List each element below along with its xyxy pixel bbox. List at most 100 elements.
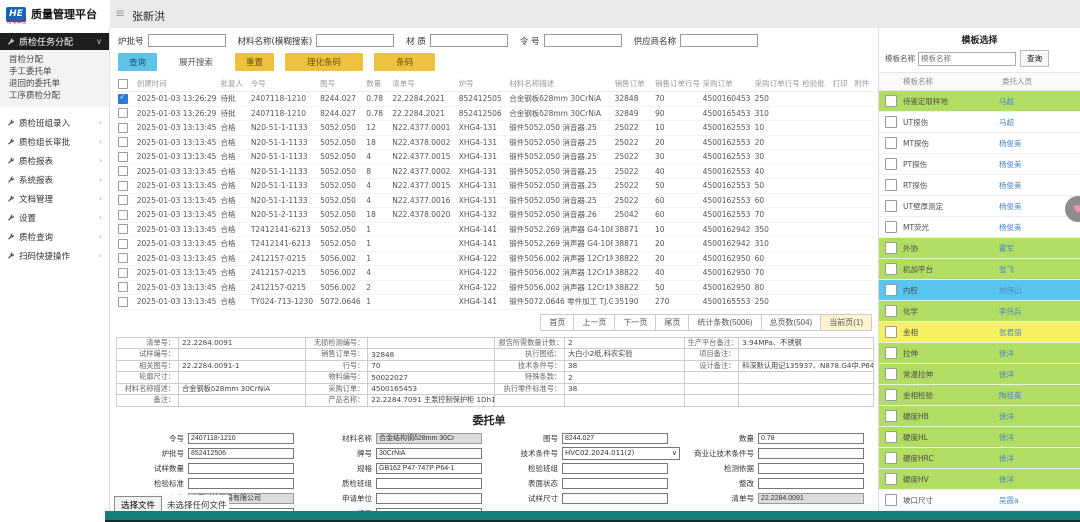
template-row[interactable]: UT探伤马超 — [879, 112, 1080, 133]
row-checkbox[interactable] — [118, 282, 128, 292]
template-person-link[interactable]: 马超 — [999, 117, 1071, 128]
template-row[interactable]: 拉伸徐洋 — [879, 343, 1080, 364]
template-person-link[interactable]: 李伟兵 — [999, 306, 1071, 317]
table-row[interactable]: 2025-01-03 13:13:45合格T2412141-62135052.0… — [116, 222, 874, 237]
sidebar-item[interactable]: 质检查询› — [0, 227, 109, 246]
delegation-field-input[interactable] — [376, 448, 482, 459]
template-row[interactable]: 金相张君丽 — [879, 322, 1080, 343]
template-person-link[interactable]: 徐洋 — [999, 348, 1071, 359]
delegation-field-input[interactable] — [188, 448, 294, 459]
sidebar-group-task-assign[interactable]: 质检任务分配 ∨ — [0, 33, 109, 50]
template-row-checkbox[interactable] — [885, 284, 897, 296]
template-row[interactable]: 外协霍军 — [879, 238, 1080, 259]
hamburger-menu-icon[interactable]: ≡ — [115, 6, 125, 20]
pager-button[interactable]: 首页 — [540, 314, 574, 331]
sidebar-item[interactable]: 质检组长审批› — [0, 132, 109, 151]
template-person-link[interactable]: 徐洋 — [999, 453, 1071, 464]
table-row[interactable]: 2025-01-03 13:13:45合格N20-51-1-11335052.0… — [116, 179, 874, 194]
sidebar-item[interactable]: 设置› — [0, 208, 109, 227]
template-person-link[interactable]: 张君丽 — [999, 327, 1071, 338]
template-row-checkbox[interactable] — [885, 137, 897, 149]
delegation-field-input[interactable] — [376, 463, 482, 474]
pager-button[interactable]: 上一页 — [573, 314, 615, 331]
sidebar-item[interactable]: 扫码快捷操作› — [0, 246, 109, 265]
delegation-field-input[interactable] — [758, 448, 864, 459]
table-row[interactable]: 2025-01-03 13:13:45合格2412157-02155056.00… — [116, 251, 874, 266]
row-checkbox[interactable] — [118, 297, 128, 307]
table-row[interactable]: 2025-01-03 13:13:45合格2412157-02155056.00… — [116, 280, 874, 295]
table-row[interactable]: 2025-01-03 13:13:45合格N20-51-1-11335052.0… — [116, 150, 874, 165]
row-checkbox[interactable] — [118, 108, 128, 118]
delegation-field-input[interactable] — [758, 493, 864, 504]
template-row[interactable]: 待鉴定取样地马超 — [879, 91, 1080, 112]
template-person-link[interactable]: 徐洋 — [999, 474, 1071, 485]
pager-button[interactable]: 统计条数(5006) — [688, 314, 761, 331]
template-row-checkbox[interactable] — [885, 305, 897, 317]
template-person-link[interactable]: 张飞 — [999, 264, 1071, 275]
template-row[interactable]: 常温拉伸徐洋 — [879, 364, 1080, 385]
delegation-field-input[interactable] — [758, 433, 864, 444]
template-row[interactable]: 内腔刘伟山 — [879, 280, 1080, 301]
barcode-button[interactable]: 条码 — [374, 53, 435, 71]
row-checkbox[interactable] — [118, 253, 128, 263]
table-row[interactable]: 2025-01-03 13:13:45合格TY024-713-12305072.… — [116, 295, 874, 310]
row-checkbox[interactable] — [118, 239, 128, 249]
template-row[interactable]: 坡口尺寸吴霞a — [879, 490, 1080, 511]
delegation-field-input[interactable] — [376, 493, 482, 504]
template-row[interactable]: 硬度HB徐洋 — [879, 406, 1080, 427]
template-row[interactable]: 硬度HRC徐洋 — [879, 448, 1080, 469]
table-row[interactable]: 2025-01-03 13:13:45合格T2412141-62135052.0… — [116, 237, 874, 252]
table-row[interactable]: 2025-01-03 13:13:45合格N20-51-1-11335052.0… — [116, 164, 874, 179]
table-row[interactable]: 2025-01-03 13:13:45合格N20-51-1-11335052.0… — [116, 135, 874, 150]
template-person-link[interactable]: 吴霞a — [999, 495, 1071, 506]
template-person-link[interactable]: 刘伟山 — [999, 285, 1071, 296]
template-person-link[interactable]: 徐洋 — [999, 369, 1071, 380]
delegation-field-input[interactable] — [188, 463, 294, 474]
delegation-field-input[interactable] — [758, 478, 864, 489]
filter-input[interactable] — [544, 34, 622, 47]
delegation-field-input[interactable] — [562, 433, 668, 444]
sidebar-item[interactable]: 质检报表› — [0, 151, 109, 170]
sidebar-subitem[interactable]: 首检分配 — [0, 54, 109, 66]
filter-input[interactable] — [430, 34, 508, 47]
lihua-barcode-button[interactable]: 理化条码 — [285, 53, 363, 71]
delegation-field-input[interactable] — [562, 493, 668, 504]
template-person-link[interactable]: 霍军 — [999, 243, 1071, 254]
template-row-checkbox[interactable] — [885, 326, 897, 338]
delegation-field-input[interactable] — [562, 478, 668, 489]
template-person-link[interactable]: 杨俊美 — [999, 201, 1071, 212]
template-row[interactable]: 机加平台张飞 — [879, 259, 1080, 280]
delegation-field-input[interactable] — [376, 478, 482, 489]
reset-button[interactable]: 重置 — [235, 53, 274, 71]
sidebar-subitem[interactable]: 手工委托单 — [0, 66, 109, 78]
sidebar-subitem[interactable]: 退回的委托单 — [0, 78, 109, 90]
row-checkbox[interactable] — [118, 123, 128, 133]
sidebar-item[interactable]: 质检班组录入› — [0, 113, 109, 132]
expand-search-button[interactable]: 展开搜索 — [168, 53, 224, 71]
sidebar-item[interactable]: 系统报表› — [0, 170, 109, 189]
template-row[interactable]: UT壁厚测定杨俊美 — [879, 196, 1080, 217]
template-row[interactable]: 硬度HV徐洋 — [879, 469, 1080, 490]
template-row-checkbox[interactable] — [885, 95, 897, 107]
template-row-checkbox[interactable] — [885, 179, 897, 191]
table-row[interactable]: 2025-01-03 13:13:45合格N20-51-2-11335052.0… — [116, 208, 874, 223]
technical-condition-select[interactable]: HVC02.2024.011(2)∨ — [562, 447, 680, 460]
row-checkbox[interactable] — [118, 195, 128, 205]
pager-button[interactable]: 总页数(504) — [761, 314, 822, 331]
template-row[interactable]: MT荧光杨俊美 — [879, 217, 1080, 238]
table-row[interactable]: 2025-01-03 13:26:29待批2407118-12108244.02… — [116, 106, 874, 121]
template-row[interactable]: 硬度HL徐洋 — [879, 427, 1080, 448]
row-checkbox[interactable] — [118, 166, 128, 176]
template-person-link[interactable]: 杨俊美 — [999, 159, 1071, 170]
filter-input[interactable] — [316, 34, 394, 47]
template-row[interactable]: MT探伤杨俊美 — [879, 133, 1080, 154]
delegation-field-input[interactable] — [758, 463, 864, 474]
template-row-checkbox[interactable] — [885, 158, 897, 170]
template-person-link[interactable]: 杨俊美 — [999, 222, 1071, 233]
delegation-field-input[interactable] — [376, 433, 482, 444]
template-row-checkbox[interactable] — [885, 431, 897, 443]
select-all-checkbox[interactable] — [118, 79, 128, 89]
template-row-checkbox[interactable] — [885, 221, 897, 233]
template-row[interactable]: RT探伤杨俊美 — [879, 175, 1080, 196]
delegation-field-input[interactable] — [188, 433, 294, 444]
